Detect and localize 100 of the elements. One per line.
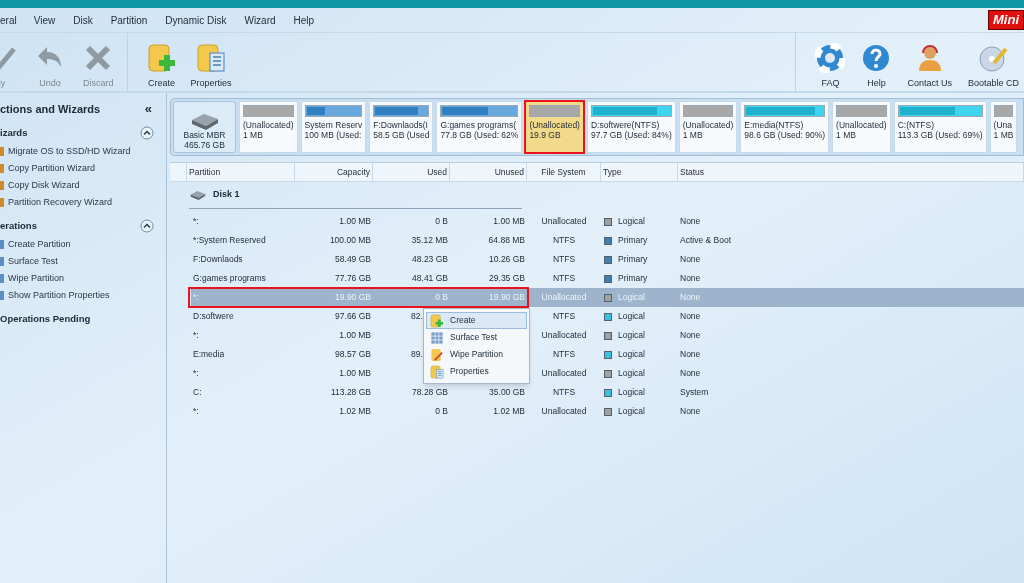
collapse-button[interactable]: « xyxy=(144,99,152,119)
sidebar-item[interactable]: Show Partition Properties xyxy=(8,288,110,303)
partition-detail: 19.9 GB xyxy=(529,130,562,140)
column-header[interactable]: Status xyxy=(678,163,1024,181)
column-header[interactable]: Unused xyxy=(450,163,527,181)
toolbar-button[interactable]: Help xyxy=(856,34,897,90)
disk-list-icon xyxy=(196,42,227,73)
partition-detail: 1 MB xyxy=(682,130,704,140)
status-cell-text: None xyxy=(679,310,701,323)
partition-tile[interactable]: D:softwere(NTFS) 97.7 GB (Used: 84%) xyxy=(586,101,676,153)
column-header[interactable]: Type xyxy=(601,163,678,181)
hard-drive-icon xyxy=(189,190,207,200)
partition-tile[interactable]: F:Downlaods(I 58.5 GB (Used xyxy=(369,101,434,153)
type-cell: Logical xyxy=(618,215,645,228)
toolbar-button[interactable]: Create xyxy=(141,34,182,90)
partition-tile[interactable]: System Reserv 100 MB (Used: xyxy=(300,101,367,153)
capacity-cell: 1.00 MB xyxy=(339,215,371,228)
disk-label: Basic MBR xyxy=(183,130,226,140)
partition-tile[interactable]: (Unallocated) 1 MB xyxy=(678,101,738,153)
capacity-cell: 1.00 MB xyxy=(339,329,371,342)
column-header[interactable]: Used xyxy=(373,163,450,181)
toolbar-button[interactable]: Bootable CD xyxy=(962,34,1024,90)
status-cell-text: None xyxy=(679,291,701,304)
sidebar-item[interactable]: Surface Test xyxy=(8,254,58,269)
type-cell: Logical xyxy=(618,386,645,399)
unused-cell: 10.26 GB xyxy=(489,253,525,266)
partition-tile[interactable]: (Una 1 MB xyxy=(989,101,1018,153)
menu-item[interactable]: eral xyxy=(0,12,17,28)
menu-item[interactable]: Disk xyxy=(73,12,93,28)
sidebar-item[interactable]: Copy Disk Wizard xyxy=(8,178,80,193)
partition-tile[interactable]: G:games programs( 77.8 GB (Used: 62% xyxy=(436,101,523,153)
context-menu-item[interactable]: Properties xyxy=(426,363,527,380)
name-cell[interactable]: *: xyxy=(193,405,199,418)
disk-tile[interactable]: Basic MBR 465.76 GB xyxy=(173,101,236,153)
name-cell[interactable]: *: xyxy=(193,329,199,342)
name-cell[interactable]: F:Downlaods xyxy=(193,253,243,266)
menu-item[interactable]: Dynamic Disk xyxy=(165,12,227,28)
help-icon xyxy=(861,42,892,73)
usage-bar xyxy=(993,105,1014,117)
used-cell: 89. xyxy=(411,348,423,361)
partition-detail: 1 MB xyxy=(993,130,1014,140)
name-cell[interactable]: *: xyxy=(193,367,199,380)
partition-tile[interactable]: (Unallocated) 19.9 GB xyxy=(525,101,584,153)
status-cell-text: None xyxy=(679,215,701,228)
collapse-icon[interactable] xyxy=(140,126,154,140)
disk-list-icon xyxy=(430,364,444,379)
status-cell-text: None xyxy=(679,329,701,342)
partition-tile[interactable]: (Unallocated) 1 MB xyxy=(832,101,891,153)
menu-item[interactable]: View xyxy=(33,12,56,28)
name-cell[interactable]: E:media xyxy=(193,348,225,361)
menu-item[interactable]: Wizard xyxy=(244,12,276,28)
menu-item[interactable]: Partition xyxy=(110,12,148,28)
context-menu-item[interactable]: Wipe Partition xyxy=(426,346,527,363)
partition-name: (Unallocated) xyxy=(682,120,734,130)
collapse-icon[interactable] xyxy=(140,219,154,233)
name-cell[interactable]: *:System Reserved xyxy=(193,234,266,247)
name-cell[interactable]: G:games programs xyxy=(193,272,266,285)
sidebar-item[interactable]: Migrate OS to SSD/HD Wizard xyxy=(8,144,131,159)
partition-tile[interactable]: C:(NTFS) 113.3 GB (Used: 69%) xyxy=(893,101,987,153)
type-cell: Primary xyxy=(618,272,648,285)
file-system-cell: NTFS xyxy=(552,272,576,285)
menu-item[interactable]: Help xyxy=(293,12,315,28)
type-cell: Logical xyxy=(618,310,645,323)
name-cell[interactable]: C: xyxy=(193,386,202,399)
file-system-cell: Unallocated xyxy=(541,405,587,418)
sidebar-title: ctions and Wizards xyxy=(0,101,101,117)
toolbar-button[interactable]: Properties xyxy=(185,34,237,90)
disk-plus-icon xyxy=(430,313,444,328)
disk-eraser-icon xyxy=(430,347,444,362)
column-header[interactable]: Capacity xyxy=(295,163,373,181)
used-cell: 0 B xyxy=(435,215,448,228)
status-cell-text: System xyxy=(679,386,709,399)
partition-name: G:games programs( xyxy=(440,120,517,130)
toolbar-button[interactable]: Contact Us xyxy=(902,34,957,90)
used-cell: 48.41 GB xyxy=(412,272,448,285)
partition-detail: 97.7 GB (Used: 84%) xyxy=(590,130,672,140)
section-title: Operations Pending xyxy=(0,311,91,326)
partition-name: (Unallocated) xyxy=(836,120,887,130)
context-menu-item[interactable]: Surface Test xyxy=(426,329,527,346)
partition-name: C:(NTFS) xyxy=(897,120,935,130)
partition-detail: 58.5 GB (Used xyxy=(373,130,430,140)
sidebar-item[interactable]: Create Partition xyxy=(8,237,71,252)
toolbar-button[interactable]: FAQ xyxy=(810,34,851,90)
partition-tile[interactable]: E:media(NTFS) 98.6 GB (Used: 90%) xyxy=(740,101,830,153)
name-cell[interactable]: D:softwere xyxy=(193,310,234,323)
sidebar-item[interactable]: Wipe Partition xyxy=(8,271,65,286)
partition-name: F:Downlaods(I xyxy=(373,120,429,130)
name-cell[interactable]: *: xyxy=(193,215,199,228)
partition-name: D:softwere(NTFS) xyxy=(590,120,661,130)
column-header[interactable]: Partition xyxy=(187,163,295,181)
status-cell-text: None xyxy=(679,405,701,418)
sidebar-item[interactable]: Copy Partition Wizard xyxy=(8,161,96,176)
used-cell: 78.28 GB xyxy=(412,386,448,399)
grid-icon xyxy=(430,330,444,345)
unused-cell: 64.88 MB xyxy=(488,234,525,247)
context-menu-item[interactable]: Create xyxy=(426,312,527,329)
column-header[interactable]: File System xyxy=(527,163,601,181)
file-system-cell: Unallocated xyxy=(541,291,587,304)
sidebar-item[interactable]: Partition Recovery Wizard xyxy=(8,195,113,210)
partition-tile[interactable]: (Unallocated) 1 MB xyxy=(239,101,298,153)
